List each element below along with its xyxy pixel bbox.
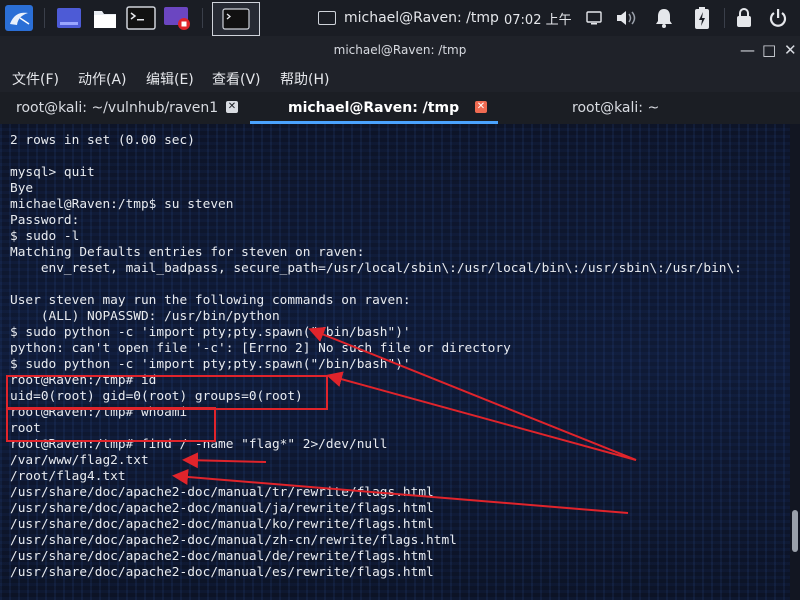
scrollbar-thumb[interactable]	[792, 510, 798, 552]
terminal-line: /usr/share/doc/apache2-doc/manual/es/rew…	[10, 565, 434, 580]
active-window-title-text: michael@Raven: /tmp	[344, 10, 499, 26]
terminal-line: (ALL) NOPASSWD: /usr/bin/python	[10, 309, 280, 324]
kali-menu-icon	[5, 5, 33, 31]
tab-michael-raven[interactable]: michael@Raven: /tmp	[288, 92, 459, 124]
terminal-line: /usr/share/doc/apache2-doc/manual/de/rew…	[10, 549, 434, 564]
menu-edit[interactable]: 编辑(E)	[146, 69, 194, 89]
terminal-line: /usr/share/doc/apache2-doc/manual/ko/rew…	[10, 517, 434, 532]
terminal-output[interactable]: 2 rows in set (0.00 sec) mysql> quit Bye mi…	[0, 124, 790, 600]
window-titlebar[interactable]: michael@Raven: /tmp — □ ✕	[0, 36, 800, 64]
annotation-box-id	[6, 375, 328, 410]
terminal-line: /var/www/flag2.txt	[10, 453, 149, 468]
panel-separator	[724, 8, 725, 28]
minimize-icon[interactable]: —	[740, 41, 755, 59]
terminal-line: /root/flag4.txt	[10, 469, 126, 484]
terminal-launcher-button[interactable]	[124, 3, 158, 33]
terminal-task-button[interactable]	[212, 2, 260, 36]
power-icon[interactable]	[766, 6, 790, 30]
terminal-line: Password:	[10, 213, 80, 228]
terminal-line: Matching Defaults entries for steven on …	[10, 245, 365, 260]
file-manager-button[interactable]	[88, 3, 122, 33]
terminal-line: 2 rows in set (0.00 sec)	[10, 133, 195, 148]
battery-icon[interactable]	[690, 6, 714, 30]
panel-separator	[44, 8, 45, 28]
maximize-icon[interactable]: □	[762, 41, 776, 59]
terminal-line: env_reset, mail_badpass, secure_path=/us…	[10, 261, 742, 276]
terminal-line: /usr/share/doc/apache2-doc/manual/tr/rew…	[10, 485, 434, 500]
screen-recorder-icon	[164, 7, 190, 30]
screen-recorder-button[interactable]	[160, 3, 194, 33]
terminal-line: Bye	[10, 181, 34, 196]
annotation-box-whoami	[6, 407, 216, 442]
workspace-icon	[57, 8, 81, 28]
terminal-line: User steven may run the following comman…	[10, 293, 411, 308]
terminal-launcher-icon	[126, 6, 156, 30]
menu-view[interactable]: 查看(V)	[212, 69, 261, 89]
tab-close-icon[interactable]: ✕	[226, 101, 238, 113]
terminal-icon	[318, 11, 336, 25]
workspace-button[interactable]	[52, 3, 86, 33]
clock[interactable]: 07:02 上午	[504, 0, 572, 36]
menu-file[interactable]: 文件(F)	[12, 69, 59, 89]
close-icon[interactable]: ✕	[784, 41, 797, 59]
menu-help[interactable]: 帮助(H)	[280, 69, 329, 89]
volume-icon[interactable]	[614, 6, 638, 30]
terminal-line: $ sudo python -c 'import pty;pty.spawn("…	[10, 325, 411, 340]
terminal-line: $ sudo -l	[10, 229, 80, 244]
menu-bar: 文件(F) 动作(A) 编辑(E) 查看(V) 帮助(H)	[0, 64, 800, 92]
active-window-title[interactable]: michael@Raven: /tmp	[318, 0, 499, 36]
tab-close-icon[interactable]: ✕	[475, 101, 487, 113]
window-title: michael@Raven: /tmp	[333, 43, 467, 57]
tab-label: root@kali: ~	[572, 100, 660, 116]
terminal-line: /usr/share/doc/apache2-doc/manual/zh-cn/…	[10, 533, 457, 548]
terminal-line: $ sudo python -c 'import pty;pty.spawn("…	[10, 357, 411, 372]
tab-label: michael@Raven: /tmp	[288, 100, 460, 116]
tab-kali-home[interactable]: root@kali: ~	[572, 92, 659, 124]
file-manager-icon	[94, 11, 116, 28]
tab-label: root@kali: ~/vulnhub/raven1	[16, 100, 219, 116]
tab-kali-vulnhub[interactable]: root@kali: ~/vulnhub/raven1	[16, 92, 218, 124]
terminal-scrollbar[interactable]	[790, 124, 800, 600]
terminal-text: 2 rows in set (0.00 sec) mysql> quit Bye mi…	[10, 133, 742, 581]
kali-menu-button[interactable]	[2, 3, 36, 33]
top-panel: michael@Raven: /tmp 07:02 上午	[0, 0, 800, 36]
terminal-line: /usr/share/doc/apache2-doc/manual/ja/rew…	[10, 501, 434, 516]
tab-bar: root@kali: ~/vulnhub/raven1 ✕ michael@Ra…	[0, 92, 800, 124]
menu-actions[interactable]: 动作(A)	[78, 69, 127, 89]
notification-bell-icon[interactable]	[652, 6, 676, 30]
terminal-icon	[222, 8, 250, 30]
panel-separator	[202, 8, 203, 28]
terminal-line: python: can't open file '-c': [Errno 2] …	[10, 341, 511, 356]
notification-tray-icon[interactable]	[582, 6, 606, 30]
terminal-line: michael@Raven:/tmp$ su steven	[10, 197, 234, 212]
lock-screen-icon[interactable]	[732, 6, 756, 30]
terminal-line: mysql> quit	[10, 165, 95, 180]
